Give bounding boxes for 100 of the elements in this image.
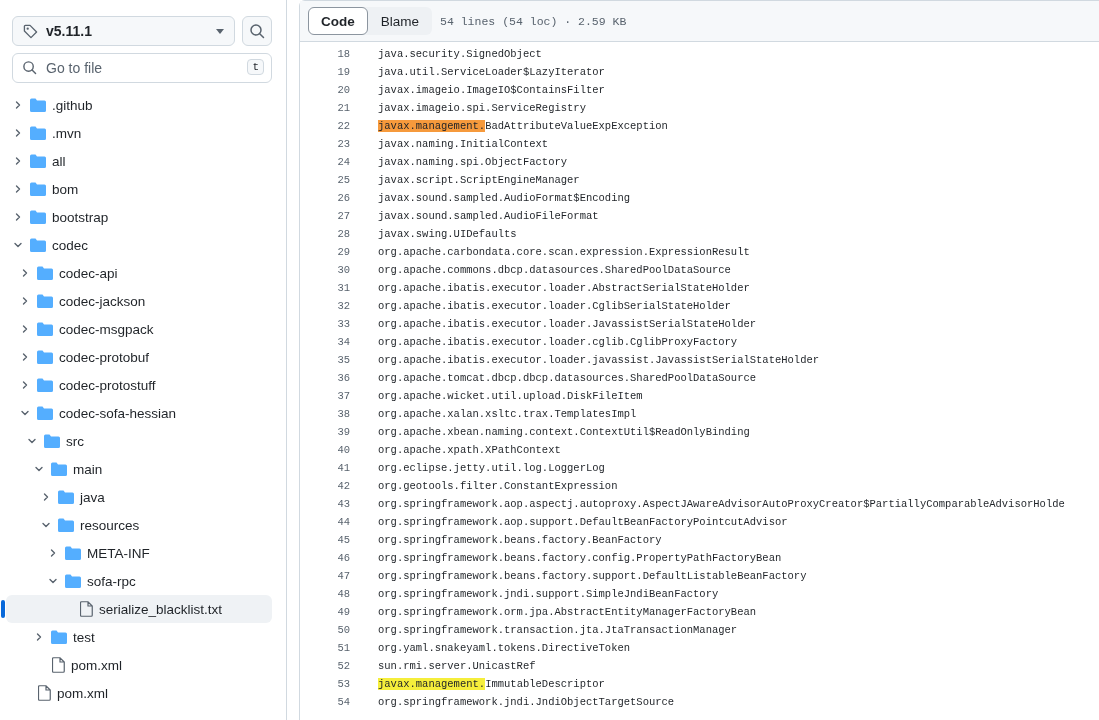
- folder-icon: [37, 294, 53, 308]
- code-line: java.util.ServiceLoader$LazyIterator: [378, 66, 605, 78]
- folder-icon: [65, 574, 81, 588]
- code-line: org.springframework.beans.factory.config.PropertyPathFactoryBean: [378, 552, 782, 564]
- keyboard-shortcut: t: [247, 59, 264, 75]
- code-line: org.springframework.aop.support.DefaultBeanFactoryPointcutAdvisor: [378, 516, 788, 528]
- folder-item[interactable]: codec-msgpack: [6, 315, 272, 343]
- line-number: 25: [336, 174, 350, 186]
- folder-item[interactable]: codec-protobuf: [6, 343, 272, 371]
- code-line: javax.imageio.spi.ServiceRegistry: [378, 102, 586, 114]
- folder-item[interactable]: META-INF: [6, 539, 272, 567]
- code-line: javax.sound.sampled.AudioFormat$Encoding: [378, 192, 631, 204]
- folder-item[interactable]: src: [6, 427, 272, 455]
- file-icon: [52, 657, 65, 673]
- code-line: org.apache.carbondata.core.scan.expression.ExpressionResult: [378, 246, 750, 258]
- line-number: 32: [336, 300, 350, 312]
- folder-icon: [30, 154, 46, 168]
- folder-item[interactable]: codec-sofa-hessian: [6, 399, 272, 427]
- line-number: 24: [336, 156, 350, 168]
- folder-item[interactable]: .mvn: [6, 119, 272, 147]
- code-line: java.security.SignedObject: [378, 48, 542, 60]
- line-number: 43: [336, 498, 350, 510]
- code-line: org.apache.ibatis.executor.loader.cglib.CglibProxyFactory: [378, 336, 738, 348]
- folder-item[interactable]: bom: [6, 175, 272, 203]
- folder-item[interactable]: bootstrap: [6, 203, 272, 231]
- folder-icon: [30, 210, 46, 224]
- line-number: 35: [336, 354, 350, 366]
- line-number: 19: [336, 66, 350, 78]
- line-number: 23: [336, 138, 350, 150]
- folder-item[interactable]: all: [6, 147, 272, 175]
- folder-item[interactable]: codec-jackson: [6, 287, 272, 315]
- code-line: org.apache.xpath.XPathContext: [378, 444, 561, 456]
- folder-icon: [37, 266, 53, 280]
- folder-icon: [30, 238, 46, 252]
- folder-icon: [58, 518, 74, 532]
- line-number: 44: [336, 516, 350, 528]
- file-info: 54 lines (54 loc) · 2.59 KB: [440, 14, 627, 28]
- line-number: 22: [336, 120, 350, 132]
- view-tab[interactable]: Blame: [367, 7, 432, 35]
- folder-icon: [37, 378, 53, 392]
- code-line: javax.management.BadAttributeValueExpException: [378, 120, 668, 132]
- code-line: javax.sound.sampled.AudioFileFormat: [378, 210, 599, 222]
- search-icon: [249, 23, 265, 39]
- line-number: 49: [336, 606, 350, 618]
- code-line: org.springframework.beans.factory.BeanFactory: [378, 534, 662, 546]
- code-line: org.apache.ibatis.executor.loader.CglibSerialStateHolder: [378, 300, 731, 312]
- folder-icon: [30, 126, 46, 140]
- folder-icon: [37, 406, 53, 420]
- code-line: javax.management.ImmutableDescriptor: [378, 678, 605, 690]
- view-tab[interactable]: Code: [308, 7, 368, 35]
- line-number: 27: [336, 210, 350, 222]
- code-line: org.apache.ibatis.executor.loader.JavassistSerialStateHolder: [378, 318, 757, 330]
- line-number: 38: [336, 408, 350, 420]
- search-button[interactable]: [242, 16, 272, 46]
- code-line: org.apache.tomcat.dbcp.dbcp.datasources.SharedPoolDataSource: [378, 372, 757, 384]
- line-number: 42: [336, 480, 350, 492]
- folder-icon: [58, 490, 74, 504]
- folder-item[interactable]: test: [6, 623, 272, 651]
- code-line: javax.naming.spi.ObjectFactory: [378, 156, 568, 168]
- folder-item[interactable]: resources: [6, 511, 272, 539]
- search-icon: [22, 60, 37, 75]
- folder-icon: [65, 546, 81, 560]
- line-number: 51: [336, 642, 350, 654]
- code-line: org.apache.ibatis.executor.loader.javassist.JavassistSerialStateHolder: [378, 354, 820, 366]
- code-line: org.geotools.filter.ConstantExpression: [378, 480, 618, 492]
- tag-icon: [23, 23, 38, 39]
- file-item[interactable]: pom.xml: [6, 651, 272, 679]
- folder-item[interactable]: main: [6, 455, 272, 483]
- line-number: 21: [336, 102, 350, 114]
- line-number: 39: [336, 426, 350, 438]
- search-match: javax.management.: [378, 678, 486, 690]
- code-line: org.apache.wicket.util.upload.DiskFileItem: [378, 390, 643, 402]
- line-number: 37: [336, 390, 350, 402]
- folder-item[interactable]: codec: [6, 231, 272, 259]
- file-item[interactable]: pom.xml: [6, 679, 272, 707]
- selection-indicator: [1, 600, 5, 618]
- line-number: 46: [336, 552, 350, 564]
- code-line: org.yaml.snakeyaml.tokens.DirectiveToken: [378, 642, 631, 654]
- code-line: javax.swing.UIDefaults: [378, 228, 517, 240]
- line-number: 48: [336, 588, 350, 600]
- line-number: 26: [336, 192, 350, 204]
- code-line: javax.naming.InitialContext: [378, 138, 549, 150]
- code-line: org.springframework.orm.jpa.AbstractEntityManagerFactoryBean: [378, 606, 757, 618]
- folder-item[interactable]: sofa-rpc: [6, 567, 272, 595]
- folder-item[interactable]: java: [6, 483, 272, 511]
- line-number: 20: [336, 84, 350, 96]
- folder-item[interactable]: codec-protostuff: [6, 371, 272, 399]
- code-line: javax.imageio.ImageIO$ContainsFilter: [378, 84, 605, 96]
- folder-icon: [51, 462, 67, 476]
- folder-item[interactable]: codec-api: [6, 259, 272, 287]
- folder-item[interactable]: .github: [6, 91, 272, 119]
- code-line: org.springframework.jndi.JndiObjectTargetSource: [378, 696, 675, 708]
- line-number: 29: [336, 246, 350, 258]
- file-icon: [38, 685, 51, 701]
- branch-selector[interactable]: v5.11.1: [12, 16, 235, 46]
- line-number: 30: [336, 264, 350, 276]
- line-number: 47: [336, 570, 350, 582]
- line-number: 53: [336, 678, 350, 690]
- line-number: 40: [336, 444, 350, 456]
- caret-icon: [216, 28, 224, 34]
